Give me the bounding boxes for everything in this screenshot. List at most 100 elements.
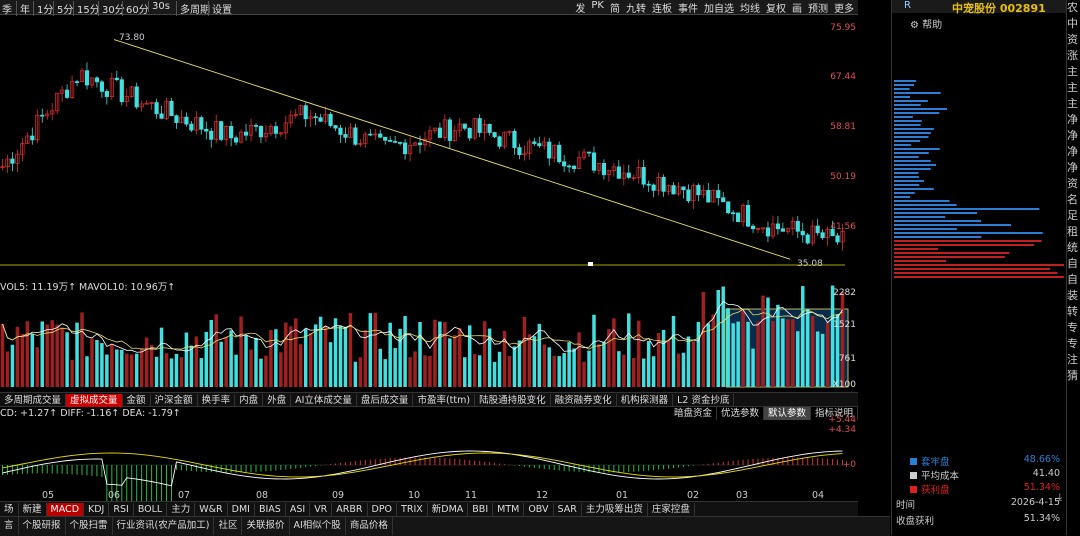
indicator-tab-8[interactable]: DMI	[228, 503, 255, 516]
period-30s[interactable]: 30s	[148, 1, 170, 12]
indicator-tab-9[interactable]: BIAS	[255, 503, 286, 516]
side-char-21[interactable]: 专	[1067, 336, 1080, 352]
volume-tab-1[interactable]: 虚拟成交量	[66, 394, 123, 407]
volume-bar	[766, 297, 770, 387]
indicator-tab-7[interactable]: W&R	[195, 503, 228, 516]
macd-tab-1[interactable]: 优选参数	[717, 407, 764, 420]
kline-chart-area[interactable]: 75.95 67.44 58.81 50.19 41.56 73.80 35.0…	[0, 15, 858, 511]
volume-tab-3[interactable]: 沪深金额	[151, 394, 198, 407]
volume-tab-9[interactable]: 市盈率(ttm)	[413, 394, 476, 407]
side-char-0[interactable]: 农	[1067, 0, 1080, 16]
toolbar-item-0[interactable]: 发	[573, 0, 587, 15]
period-season[interactable]: 季	[2, 1, 12, 16]
toolbar-item-2[interactable]: 简	[608, 0, 622, 15]
bottom-tab-0[interactable]: 言	[0, 517, 19, 535]
volume-tab-11[interactable]: 融资融券变化	[551, 394, 617, 407]
toolbar-item-4[interactable]: 连板	[650, 0, 674, 15]
toolbar-item-7[interactable]: 均线	[738, 0, 762, 15]
period-15min[interactable]: 15分	[73, 1, 100, 16]
legend-swatch	[910, 486, 917, 493]
toolbar-item-1[interactable]: PK	[589, 0, 606, 14]
side-char-22[interactable]: 注	[1067, 352, 1080, 368]
indicator-tab-15[interactable]: 新DMA	[428, 503, 469, 516]
toolbar-item-6[interactable]: 加自选	[702, 0, 736, 15]
indicator-tab-10[interactable]: ASI	[286, 503, 311, 516]
indicator-tab-17[interactable]: MTM	[493, 503, 525, 516]
bottom-tab-3[interactable]: 行业资讯(农产品加工)	[113, 517, 215, 535]
macd-tab-0[interactable]: 暗盘资金	[670, 407, 717, 420]
indicator-tab-0[interactable]: 场	[0, 503, 19, 516]
period-30min[interactable]: 30分	[98, 1, 125, 16]
multi-period-button[interactable]: 多周期	[176, 1, 210, 16]
side-char-3[interactable]: 涨	[1067, 48, 1080, 64]
indicator-tab-14[interactable]: TRIX	[397, 503, 428, 516]
side-char-18[interactable]: 装	[1067, 288, 1080, 304]
side-char-13[interactable]: 足	[1067, 208, 1080, 224]
side-char-7[interactable]: 净	[1067, 112, 1080, 128]
indicator-tab-11[interactable]: VR	[310, 503, 333, 516]
toolbar-item-9[interactable]: 画	[790, 0, 804, 15]
side-char-9[interactable]: 净	[1067, 144, 1080, 160]
bottom-tab-4[interactable]: 社区	[214, 517, 243, 535]
indicator-tab-5[interactable]: BOLL	[134, 503, 168, 516]
side-char-8[interactable]: 净	[1067, 128, 1080, 144]
indicator-tab-3[interactable]: KDJ	[84, 503, 110, 516]
indicator-tab-18[interactable]: OBV	[524, 503, 554, 516]
side-char-17[interactable]: 自	[1067, 272, 1080, 288]
toolbar-item-5[interactable]: 事件	[676, 0, 700, 15]
bottom-tab-5[interactable]: 关联报价	[242, 517, 290, 535]
toolbar-item-3[interactable]: 九转	[624, 0, 648, 15]
indicator-tab-21[interactable]: 庄家控盘	[648, 503, 695, 516]
period-1min[interactable]: 1分	[33, 1, 53, 16]
side-char-1[interactable]: 中	[1067, 16, 1080, 32]
side-char-20[interactable]: 专	[1067, 320, 1080, 336]
r-label[interactable]: R	[904, 0, 911, 11]
download-icon[interactable]: ⤓	[1058, 492, 1062, 503]
volume-tab-5[interactable]: 内盘	[235, 394, 264, 407]
bottom-tab-1[interactable]: 个股研报	[19, 517, 66, 535]
indicator-tab-12[interactable]: ARBR	[332, 503, 368, 516]
volume-tab-12[interactable]: 机构探测器	[617, 394, 674, 407]
toolbar-item-11[interactable]: 更多	[832, 0, 856, 15]
side-char-14[interactable]: 租	[1067, 224, 1080, 240]
bottom-tab-6[interactable]: AI相似个股	[290, 517, 346, 535]
bottom-tab-7[interactable]: 商品价格	[346, 517, 393, 535]
volume-tab-8[interactable]: 盘后成交量	[357, 394, 414, 407]
bottom-tab-2[interactable]: 个股扫雷	[66, 517, 113, 535]
side-char-16[interactable]: 自	[1067, 256, 1080, 272]
volume-tab-10[interactable]: 陆股通持股变化	[475, 394, 551, 407]
candle-body	[243, 131, 249, 136]
side-char-15[interactable]: 统	[1067, 240, 1080, 256]
side-char-5[interactable]: 主	[1067, 80, 1080, 96]
volume-tab-7[interactable]: AI立体成交量	[291, 394, 357, 407]
side-char-23[interactable]: 猜	[1067, 368, 1080, 384]
side-char-12[interactable]: 名	[1067, 192, 1080, 208]
side-char-2[interactable]: 资	[1067, 32, 1080, 48]
indicator-tab-13[interactable]: DPO	[368, 503, 398, 516]
volume-tab-6[interactable]: 外盘	[263, 394, 292, 407]
indicator-tab-19[interactable]: SAR	[554, 503, 582, 516]
candle-body	[815, 225, 820, 234]
settings-button[interactable]: 设置	[208, 1, 232, 16]
indicator-tab-1[interactable]: 新建	[19, 503, 47, 516]
volume-tab-2[interactable]: 金额	[123, 394, 151, 407]
side-char-11[interactable]: 资	[1067, 176, 1080, 192]
toolbar-item-10[interactable]: 预测	[806, 0, 830, 15]
volume-tab-0[interactable]: 多周期成交量	[0, 394, 67, 407]
period-year[interactable]: 年	[16, 1, 30, 16]
side-char-6[interactable]: 主	[1067, 96, 1080, 112]
side-char-10[interactable]: 净	[1067, 160, 1080, 176]
indicator-tab-6[interactable]: 主力	[167, 503, 196, 516]
indicator-tab-4[interactable]: RSI	[109, 503, 134, 516]
indicator-tab-2[interactable]: MACD	[46, 503, 85, 516]
toolbar-item-8[interactable]: 复权	[764, 0, 788, 15]
side-char-4[interactable]: 主	[1067, 64, 1080, 80]
candle-body	[154, 102, 159, 115]
period-60min[interactable]: 60分	[122, 1, 149, 16]
volume-tab-4[interactable]: 换手率	[198, 394, 236, 407]
indicator-tab-20[interactable]: 主力吸筹出货	[582, 503, 648, 516]
period-5min[interactable]: 5分	[53, 1, 73, 16]
indicator-tab-16[interactable]: BBI	[468, 503, 494, 516]
macd-tab-2[interactable]: 默认参数	[763, 407, 811, 420]
side-char-19[interactable]: 转	[1067, 304, 1080, 320]
